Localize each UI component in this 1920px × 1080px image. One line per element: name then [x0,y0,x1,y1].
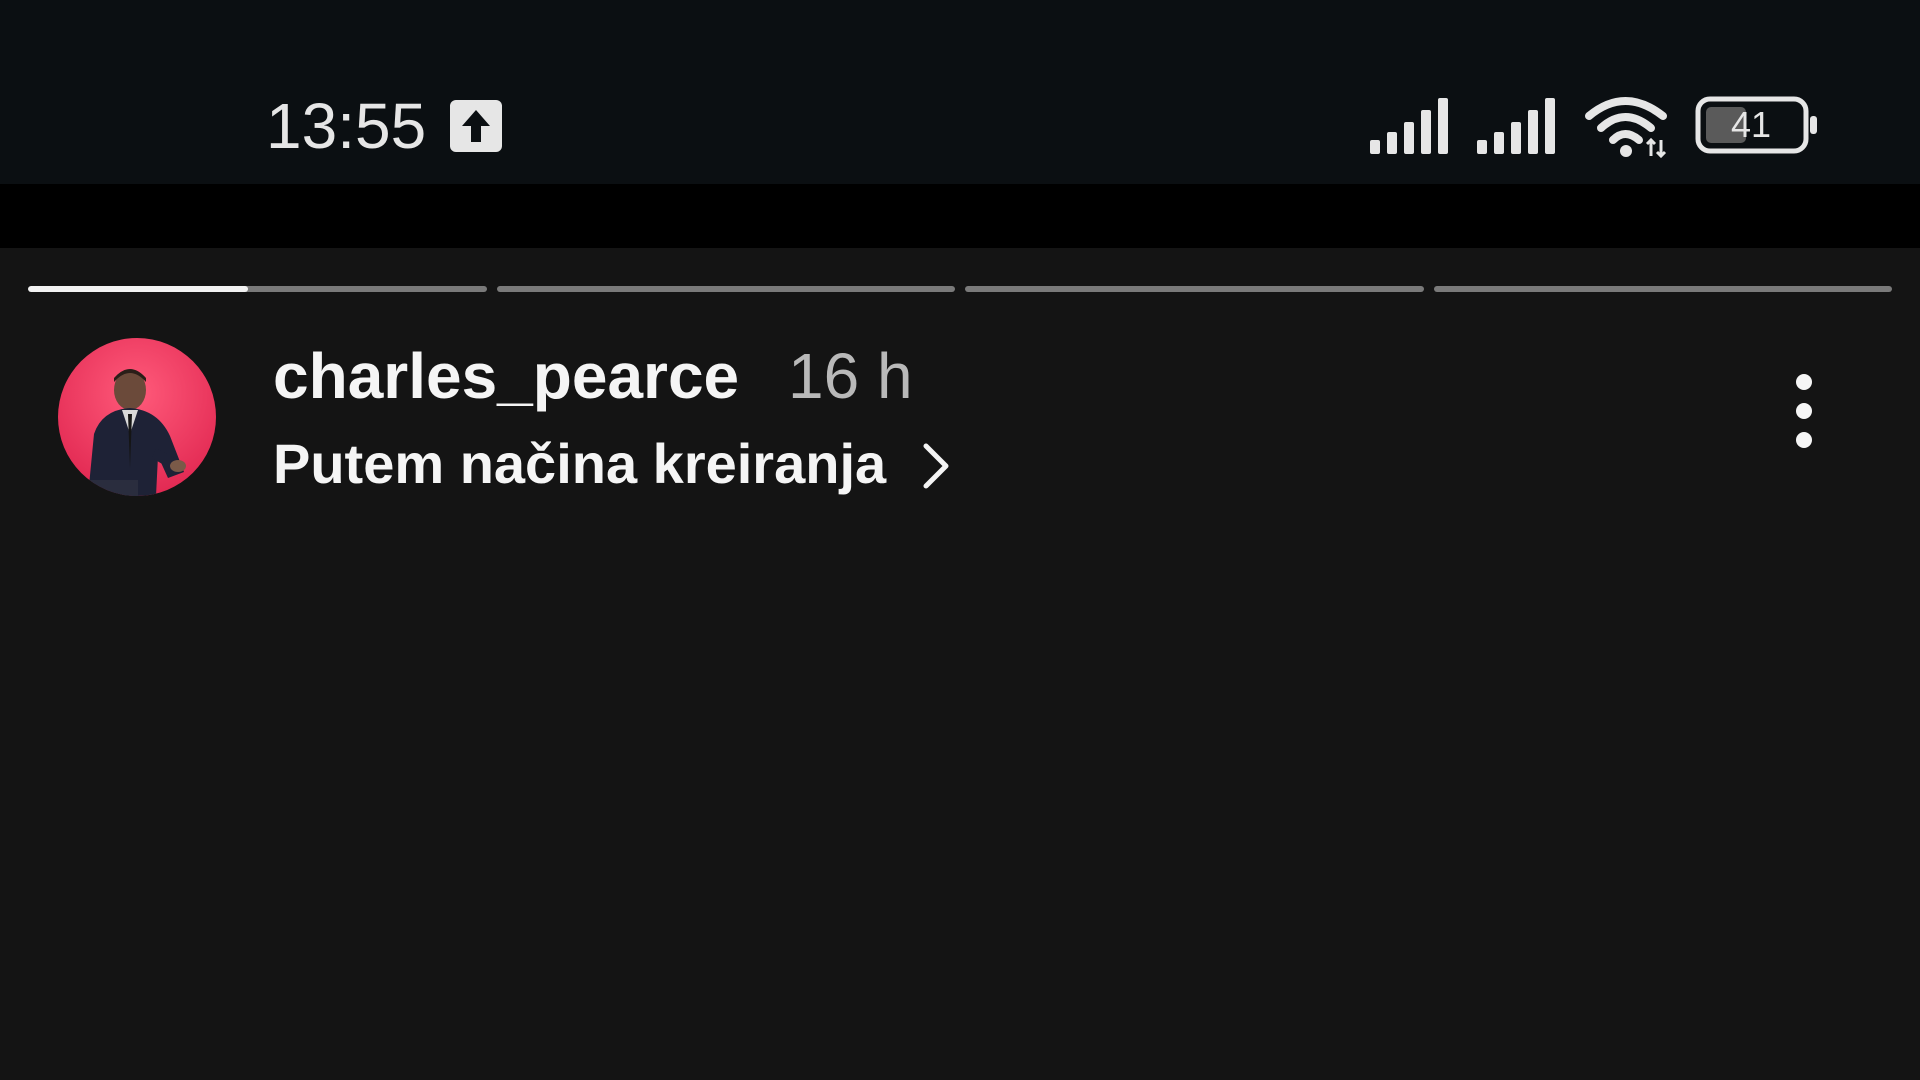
story-viewer-screen: 13:55 41 charles_pearce 16 h Putem način… [0,0,1920,1080]
upload-icon [450,100,502,152]
avatar[interactable] [58,338,216,496]
story-progress-segment [1433,286,1892,292]
story-progress-fill [28,286,249,292]
more-options-icon[interactable] [1770,368,1838,454]
story-progress-segment [496,286,955,292]
signal-icon [1370,98,1448,154]
chevron-right-icon[interactable] [918,440,954,492]
username[interactable]: charles_pearce [273,336,739,416]
profile-photo-icon [58,338,216,496]
signal-icon [1477,98,1555,154]
wifi-icon [1585,97,1667,159]
status-time: 13:55 [266,90,427,162]
status-bar: 13:55 41 [0,0,1920,184]
battery-level: 41 [1730,104,1772,145]
story-progress-segment [28,286,487,292]
story-progress-bar [28,286,1892,292]
creation-mode-link[interactable]: Putem načina kreiranja [273,428,886,500]
story-timestamp: 16 h [788,340,913,412]
story-progress-segment [965,286,1424,292]
top-band [0,184,1920,248]
